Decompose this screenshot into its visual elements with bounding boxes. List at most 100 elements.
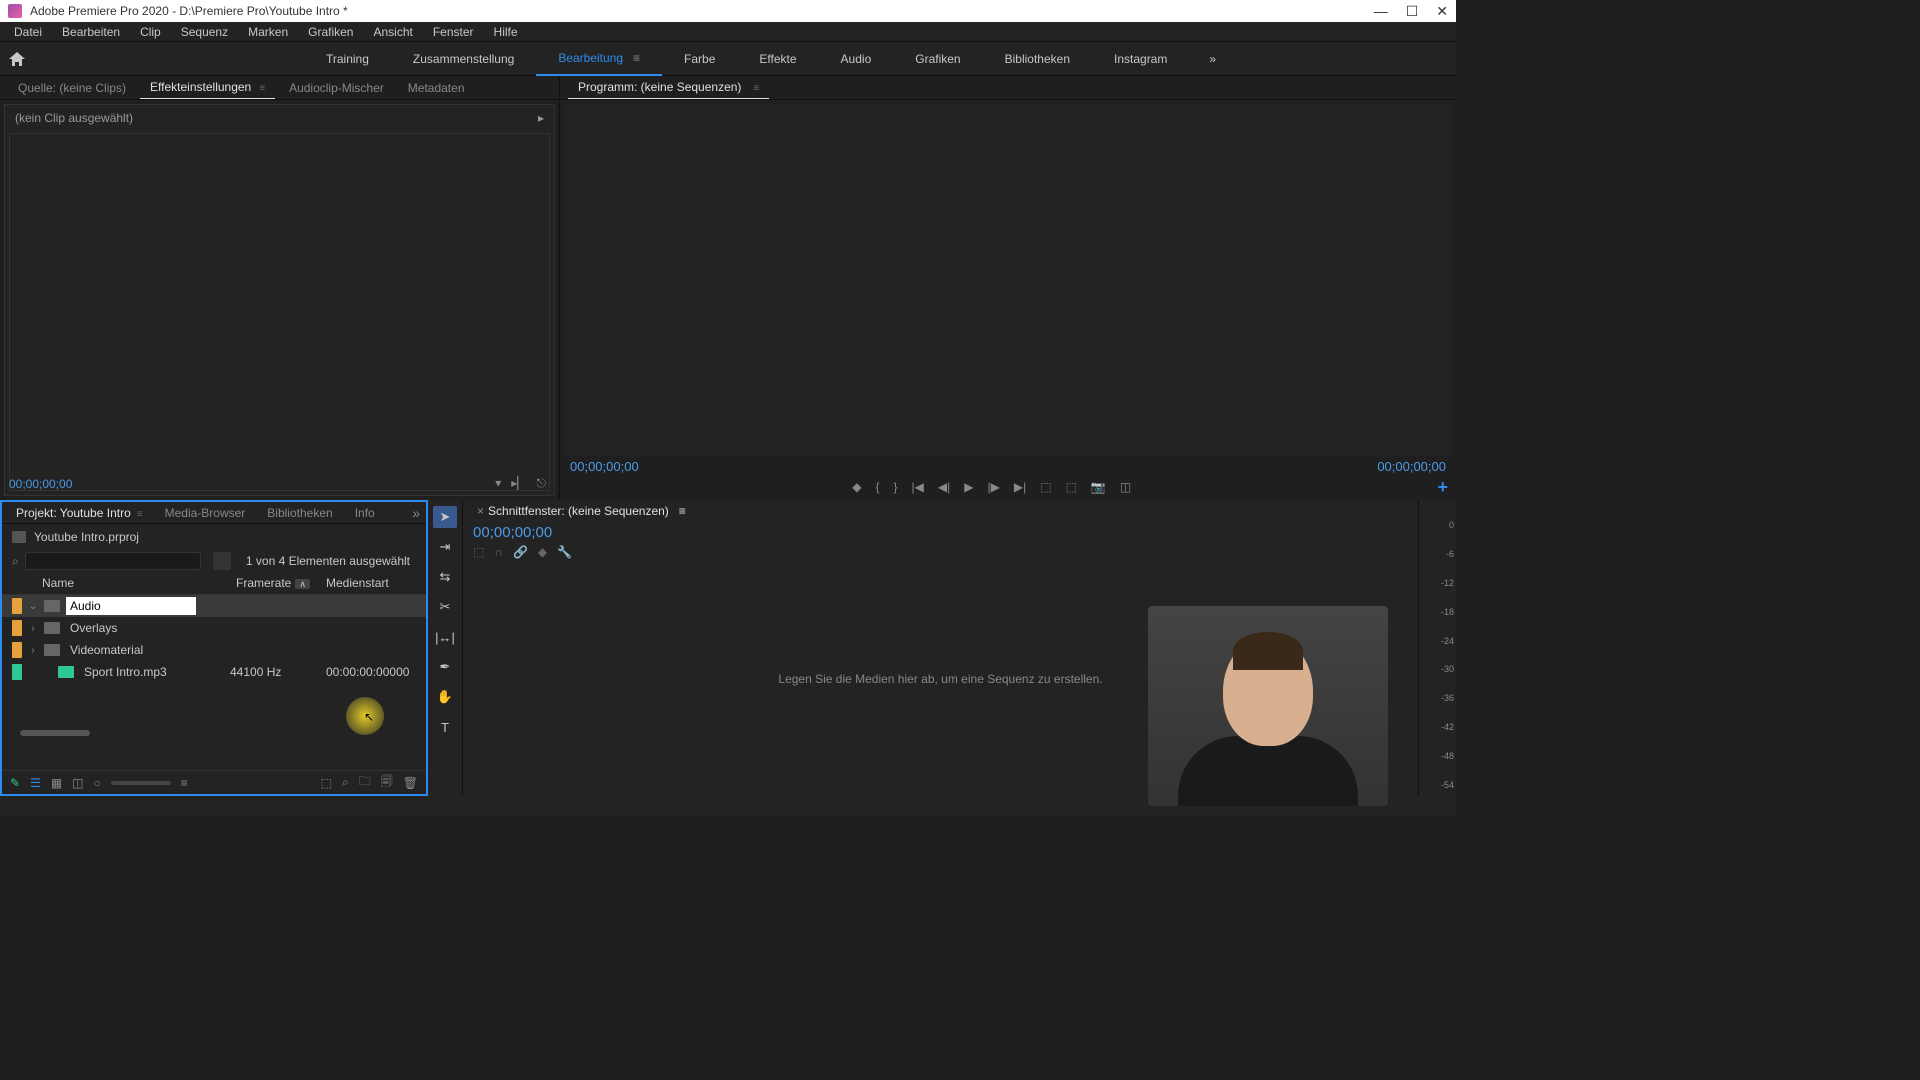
step-forward-icon[interactable]: |▶ <box>988 480 1000 494</box>
automate-sequence-icon[interactable]: ⬚ <box>321 776 332 790</box>
workspace-effekte[interactable]: Effekte <box>737 42 818 76</box>
go-in-icon[interactable]: |◀ <box>912 480 924 494</box>
label-tag <box>12 620 22 636</box>
column-framerate[interactable]: Framerate∧ <box>236 576 326 590</box>
find-icon[interactable]: ⌕ <box>342 775 349 790</box>
close-button[interactable]: ✕ <box>1436 3 1448 20</box>
marker-icon[interactable]: ◆ <box>538 545 547 559</box>
scrollbar-horizontal[interactable] <box>20 730 90 736</box>
thumbnail-size-slider[interactable] <box>111 781 171 785</box>
mark-in-icon[interactable]: { <box>876 480 880 494</box>
lift-icon[interactable]: ⬚ <box>1040 480 1051 494</box>
menu-sequenz[interactable]: Sequenz <box>171 25 238 39</box>
menu-hilfe[interactable]: Hilfe <box>484 25 528 39</box>
search-input[interactable] <box>25 552 201 570</box>
project-row-overlays[interactable]: › Overlays <box>2 617 426 639</box>
snap-icon[interactable]: ∩ <box>494 545 503 559</box>
rename-input[interactable] <box>66 597 196 615</box>
tab-info[interactable]: Info <box>347 504 383 522</box>
razor-tool[interactable]: ✂ <box>433 596 457 618</box>
chevron-right-icon[interactable]: › <box>28 645 38 656</box>
hamburger-icon[interactable]: ≡ <box>633 51 640 65</box>
export-frame-icon[interactable]: 📷 <box>1091 480 1106 494</box>
menu-grafiken[interactable]: Grafiken <box>298 25 363 39</box>
workspace-bearbeitung[interactable]: Bearbeitung≡ <box>536 42 662 76</box>
button-editor-icon[interactable]: + <box>1437 477 1448 498</box>
tabs-overflow[interactable]: » <box>412 505 420 521</box>
step-back-icon[interactable]: ◀| <box>938 480 950 494</box>
menu-ansicht[interactable]: Ansicht <box>363 25 422 39</box>
column-name[interactable]: Name <box>42 576 236 590</box>
tab-programm[interactable]: Programm: (keine Sequenzen)≡ <box>568 76 769 99</box>
filter-bin-icon[interactable] <box>213 552 231 570</box>
list-view-icon[interactable]: ☰ <box>30 776 41 790</box>
workspace-grafiken[interactable]: Grafiken <box>893 42 982 76</box>
sort-icon[interactable]: ≡ <box>181 776 188 790</box>
write-icon[interactable]: ✎ <box>10 776 20 790</box>
search-icon[interactable]: ⌕ <box>12 554 19 569</box>
project-row-videomaterial[interactable]: › Videomaterial <box>2 639 426 661</box>
linked-selection-icon[interactable]: 🔗 <box>513 545 528 559</box>
program-timecode-right: 00;00;00;00 <box>1377 459 1446 474</box>
slip-tool[interactable]: |↔| <box>433 626 457 648</box>
menu-datei[interactable]: Datei <box>4 25 52 39</box>
new-item-icon[interactable]: 🗐 <box>381 772 393 793</box>
hand-tool[interactable]: ✋ <box>433 686 457 708</box>
play-icon[interactable]: ▶ <box>964 480 973 494</box>
project-row-sport-intro[interactable]: Sport Intro.mp3 44100 Hz 00:00:00:00000 <box>2 661 426 683</box>
export-frame-icon[interactable]: ⎋ <box>537 476 547 491</box>
ripple-edit-tool[interactable]: ⇆ <box>433 566 457 588</box>
tab-effekteinstellungen[interactable]: Effekteinstellungen≡ <box>140 76 275 99</box>
column-medienstart[interactable]: Medienstart <box>326 576 416 590</box>
add-marker-icon[interactable]: ◆ <box>852 480 861 494</box>
filter-icon[interactable]: ▾ <box>495 476 501 491</box>
insert-icon[interactable]: ⬚ <box>473 545 484 559</box>
label-tag <box>12 642 22 658</box>
home-icon <box>9 52 25 66</box>
new-bin-icon[interactable]: 🗀 <box>359 772 371 793</box>
mark-out-icon[interactable]: } <box>894 480 898 494</box>
tab-audioclip-mischer[interactable]: Audioclip-Mischer <box>279 77 394 99</box>
menu-clip[interactable]: Clip <box>130 25 171 39</box>
track-select-tool[interactable]: ⇥ <box>433 536 457 558</box>
freeform-view-icon[interactable]: ◫ <box>72 776 83 790</box>
workspace-bibliotheken[interactable]: Bibliotheken <box>983 42 1092 76</box>
tab-quelle[interactable]: Quelle: (keine Clips) <box>8 77 136 99</box>
tab-projekt[interactable]: Projekt: Youtube Intro≡ <box>8 504 151 522</box>
tab-bibliotheken[interactable]: Bibliotheken <box>259 504 340 522</box>
workspace-instagram[interactable]: Instagram <box>1092 42 1189 76</box>
tab-media-browser[interactable]: Media-Browser <box>157 504 254 522</box>
home-button[interactable] <box>0 42 34 76</box>
selection-tool[interactable]: ➤ <box>433 506 457 528</box>
workspace-audio[interactable]: Audio <box>819 42 894 76</box>
project-row-audio[interactable]: ⌄ <box>2 595 426 617</box>
play-insert-icon[interactable]: ▸▏ <box>511 476 526 491</box>
workspace-bar: Training Zusammenstellung Bearbeitung≡ F… <box>0 42 1456 76</box>
clear-icon[interactable]: 🗑 <box>403 776 418 790</box>
go-out-icon[interactable]: ▶| <box>1014 480 1026 494</box>
comparison-icon[interactable]: ◫ <box>1120 480 1131 494</box>
workspace-farbe[interactable]: Farbe <box>662 42 737 76</box>
menu-bearbeiten[interactable]: Bearbeiten <box>52 25 130 39</box>
type-tool[interactable]: T <box>433 716 457 738</box>
settings-icon[interactable]: 🔧 <box>557 545 572 559</box>
zoom-out-icon[interactable]: ○ <box>94 776 101 790</box>
tab-schnittfenster[interactable]: ×Schnittfenster: (keine Sequenzen)≡ <box>469 502 694 520</box>
chevron-right-icon[interactable]: ▸ <box>538 111 544 125</box>
icon-view-icon[interactable]: ▦ <box>51 776 62 790</box>
menu-bar: Datei Bearbeiten Clip Sequenz Marken Gra… <box>0 22 1456 42</box>
menu-marken[interactable]: Marken <box>238 25 298 39</box>
extract-icon[interactable]: ⬚ <box>1066 480 1077 494</box>
workspace-zusammenstellung[interactable]: Zusammenstellung <box>391 42 536 76</box>
pen-tool[interactable]: ✒ <box>433 656 457 678</box>
chevron-down-icon[interactable]: ⌄ <box>28 601 38 612</box>
minimize-button[interactable]: — <box>1374 3 1388 20</box>
tab-metadaten[interactable]: Metadaten <box>398 77 475 99</box>
chevron-right-icon[interactable]: › <box>28 623 38 634</box>
item-name: Videomaterial <box>66 643 416 657</box>
workspace-training[interactable]: Training <box>304 42 391 76</box>
workspace-overflow[interactable]: » <box>1197 52 1228 66</box>
timeline-timecode[interactable]: 00;00;00;00 <box>463 522 1418 543</box>
menu-fenster[interactable]: Fenster <box>423 25 484 39</box>
maximize-button[interactable]: ☐ <box>1406 3 1419 20</box>
